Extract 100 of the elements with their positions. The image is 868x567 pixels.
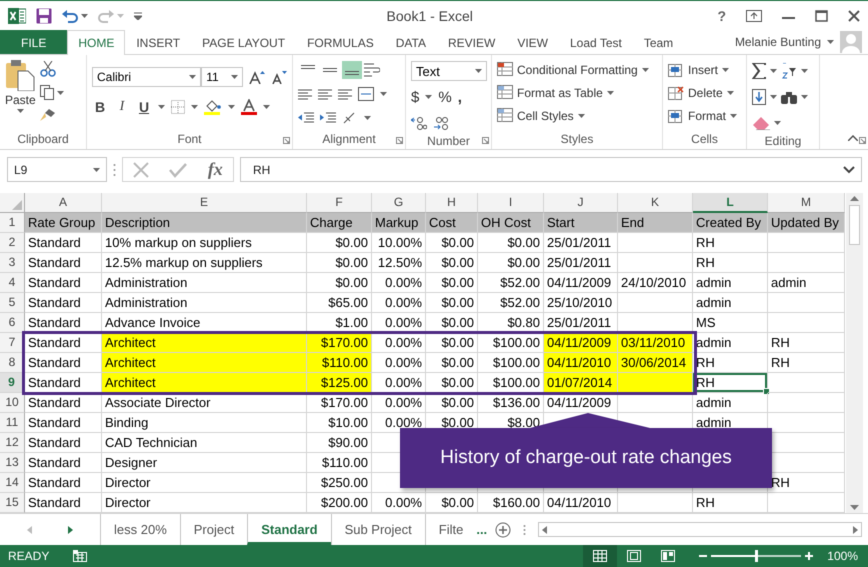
collapse-ribbon-icon[interactable] bbox=[848, 135, 858, 141]
zoom-slider-thumb[interactable] bbox=[755, 550, 758, 562]
next-sheet-icon[interactable] bbox=[68, 526, 73, 534]
expand-formula-icon[interactable] bbox=[843, 166, 855, 174]
font-color-icon[interactable] bbox=[241, 99, 257, 115]
borders-icon[interactable] bbox=[171, 100, 185, 114]
fill-down-icon[interactable] bbox=[752, 89, 766, 105]
column-header[interactable]: J bbox=[544, 193, 618, 213]
italic-button[interactable]: I bbox=[114, 99, 130, 115]
row-header[interactable]: 14 bbox=[0, 473, 25, 493]
align-right-icon[interactable] bbox=[338, 88, 352, 100]
cells-button[interactable]: Delete bbox=[668, 82, 741, 103]
zoom-out-icon[interactable] bbox=[699, 552, 708, 560]
cut-icon[interactable] bbox=[40, 61, 56, 77]
zoom-in-icon[interactable] bbox=[805, 552, 814, 560]
column-header[interactable]: H bbox=[426, 193, 478, 213]
horizontal-scrollbar[interactable] bbox=[538, 522, 862, 537]
row-header[interactable]: 2 bbox=[0, 233, 25, 253]
dialog-launcher-icon[interactable] bbox=[283, 137, 290, 144]
cells-button[interactable]: Insert bbox=[668, 59, 741, 80]
wrap-text-icon[interactable] bbox=[364, 63, 380, 77]
excel-logo-icon[interactable] bbox=[8, 8, 26, 24]
scrollbar-thumb[interactable] bbox=[849, 205, 860, 245]
column-header[interactable]: M bbox=[768, 193, 845, 213]
decrease-font-icon[interactable] bbox=[271, 70, 287, 84]
align-center-icon[interactable] bbox=[318, 88, 332, 100]
row-header[interactable]: 11 bbox=[0, 413, 25, 433]
underline-button[interactable]: U bbox=[136, 99, 152, 115]
ribbon-tab[interactable]: Team bbox=[632, 30, 684, 54]
scroll-left-icon[interactable] bbox=[542, 526, 548, 534]
ribbon-tab[interactable]: INSERT bbox=[125, 30, 192, 54]
align-left-icon[interactable] bbox=[298, 88, 312, 100]
row-header[interactable]: 5 bbox=[0, 293, 25, 313]
ribbon-tab[interactable]: Load Test bbox=[559, 30, 633, 54]
page-break-view-icon[interactable] bbox=[661, 550, 676, 562]
ribbon-tab[interactable]: PAGE LAYOUT bbox=[191, 30, 296, 54]
column-header[interactable]: F bbox=[307, 193, 372, 213]
maximize-icon[interactable] bbox=[815, 10, 828, 22]
zoom-level[interactable]: 100% bbox=[813, 549, 868, 563]
dialog-launcher-icon[interactable] bbox=[482, 137, 489, 144]
name-box[interactable]: L9 bbox=[7, 157, 107, 182]
format-painter-icon[interactable] bbox=[40, 108, 56, 122]
macro-record-icon[interactable] bbox=[73, 550, 88, 562]
ribbon-display-icon[interactable] bbox=[746, 10, 762, 22]
ribbon-tab[interactable]: REVIEW bbox=[436, 30, 506, 54]
eraser-icon[interactable] bbox=[752, 116, 770, 130]
page-layout-view-icon[interactable] bbox=[627, 550, 642, 562]
insert-function-button[interactable]: fx bbox=[208, 159, 223, 180]
increase-font-icon[interactable] bbox=[249, 70, 265, 84]
autosum-icon[interactable] bbox=[752, 63, 766, 79]
column-header[interactable]: E bbox=[102, 193, 307, 213]
row-header[interactable]: 10 bbox=[0, 393, 25, 413]
dialog-launcher-icon[interactable] bbox=[859, 137, 866, 144]
bold-button[interactable]: B bbox=[92, 99, 108, 115]
column-header[interactable]: A bbox=[25, 193, 102, 213]
merge-cells-icon[interactable] bbox=[358, 87, 374, 101]
help-button[interactable]: ? bbox=[717, 8, 726, 24]
drag-handle-icon[interactable] bbox=[113, 163, 116, 177]
fill-handle[interactable] bbox=[763, 388, 770, 395]
column-header[interactable]: I bbox=[478, 193, 544, 213]
styles-button[interactable]: Cell Styles bbox=[497, 105, 657, 126]
row-header[interactable]: 3 bbox=[0, 253, 25, 273]
row-header[interactable]: 6 bbox=[0, 313, 25, 333]
formula-input[interactable]: RH bbox=[240, 157, 862, 182]
column-header[interactable]: L bbox=[693, 193, 768, 213]
ribbon-tab[interactable]: FORMULAS bbox=[296, 30, 385, 54]
close-icon[interactable] bbox=[848, 10, 860, 22]
styles-button[interactable]: Format as Table bbox=[497, 82, 657, 103]
customize-toolbar-icon[interactable] bbox=[134, 12, 142, 20]
sort-filter-icon[interactable] bbox=[781, 63, 797, 79]
add-sheet-icon[interactable] bbox=[495, 522, 512, 538]
row-header[interactable]: 15 bbox=[0, 493, 25, 513]
normal-view-icon[interactable] bbox=[593, 550, 608, 562]
column-header[interactable]: K bbox=[618, 193, 693, 213]
font-size-dropdown[interactable]: 11 bbox=[201, 67, 243, 87]
row-header[interactable]: 13 bbox=[0, 453, 25, 473]
paste-button[interactable]: Paste bbox=[5, 59, 36, 113]
find-icon[interactable] bbox=[781, 90, 797, 104]
file-tab[interactable]: FILE bbox=[0, 30, 68, 54]
vertical-align-button[interactable] bbox=[342, 61, 362, 79]
increase-decimal-icon[interactable] bbox=[411, 116, 427, 130]
font-name-dropdown[interactable]: Calibri bbox=[92, 67, 202, 87]
zoom-slider[interactable] bbox=[711, 550, 802, 562]
row-header[interactable]: 1 bbox=[0, 213, 25, 233]
scroll-up-icon[interactable] bbox=[850, 196, 859, 201]
vertical-scrollbar[interactable] bbox=[846, 193, 863, 513]
save-icon[interactable] bbox=[36, 8, 52, 24]
scroll-down-icon[interactable] bbox=[850, 505, 859, 510]
row-header[interactable]: 12 bbox=[0, 433, 25, 453]
more-sheets-button[interactable]: ... bbox=[476, 514, 496, 545]
dialog-launcher-icon[interactable] bbox=[396, 137, 403, 144]
currency-button[interactable]: $ bbox=[411, 88, 420, 106]
ribbon-tab[interactable]: HOME bbox=[67, 30, 126, 55]
decrease-indent-icon[interactable] bbox=[298, 112, 314, 124]
row-header[interactable]: 4 bbox=[0, 273, 25, 293]
ribbon-tab[interactable]: DATA bbox=[384, 30, 437, 54]
user-name[interactable]: Melanie Bunting bbox=[734, 35, 821, 49]
copy-icon[interactable] bbox=[40, 85, 54, 100]
sheet-tab[interactable]: Standard bbox=[247, 514, 331, 545]
comma-button[interactable]: , bbox=[458, 88, 462, 106]
